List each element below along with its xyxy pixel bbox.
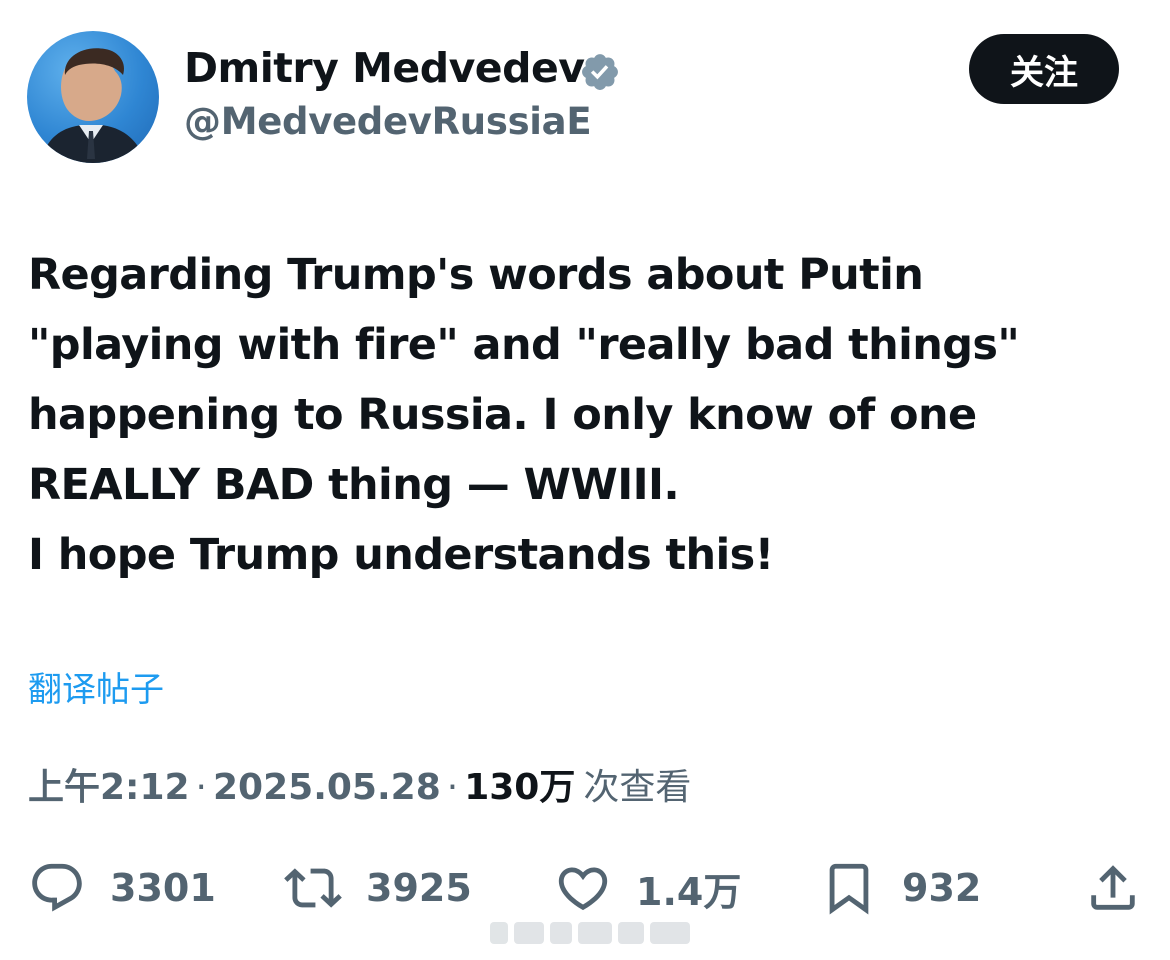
verified-badge-icon <box>582 54 618 90</box>
views-label: 次查看 <box>583 767 692 808</box>
post-text-line: Regarding Trump's words about Putin <box>28 250 924 300</box>
post-text-line: REALLY BAD thing — WWIII. <box>28 460 680 510</box>
like-button[interactable]: 1.4万 <box>554 858 741 918</box>
heart-icon <box>558 867 608 911</box>
profile-photo <box>41 48 145 163</box>
user-handle[interactable]: @MedvedevRussiaE <box>184 100 592 143</box>
post-text-line: I hope Trump understands this! <box>28 530 774 580</box>
translate-post-link[interactable]: 翻译帖子 <box>28 662 164 711</box>
post-text-line: happening to Russia. I only know of one <box>28 390 977 440</box>
retweet-button[interactable]: 3925 <box>284 858 472 918</box>
reply-button[interactable]: 3301 <box>28 858 216 918</box>
meta-separator: · <box>446 767 459 808</box>
reply-icon <box>32 863 82 912</box>
avatar[interactable] <box>27 31 159 163</box>
views-count: 130万 <box>464 767 576 808</box>
retweet-icon <box>284 868 342 908</box>
reply-count: 3301 <box>110 866 216 910</box>
bookmark-button[interactable]: 932 <box>820 858 981 918</box>
like-count: 1.4万 <box>636 869 742 914</box>
meta-separator: · <box>195 767 207 808</box>
post-text-line: "playing with fire" and "really bad thin… <box>28 320 1020 370</box>
follow-button[interactable]: 关注 <box>969 34 1119 104</box>
share-icon <box>1091 865 1135 910</box>
post-date[interactable]: 2025.05.28 <box>213 767 441 808</box>
post-text: Regarding Trump's words about Putin "pla… <box>28 240 1148 590</box>
retweet-count: 3925 <box>366 866 472 910</box>
bookmark-icon <box>829 863 869 915</box>
post-time[interactable]: 上午2:12 <box>28 758 190 810</box>
share-button[interactable] <box>1084 858 1142 918</box>
display-name[interactable]: Dmitry Medvedev <box>184 44 585 92</box>
bookmark-count: 932 <box>902 866 982 910</box>
watermark <box>490 918 690 948</box>
post-meta: 上午2:12 · 2025.05.28 · 130万 次查看 <box>28 758 691 810</box>
